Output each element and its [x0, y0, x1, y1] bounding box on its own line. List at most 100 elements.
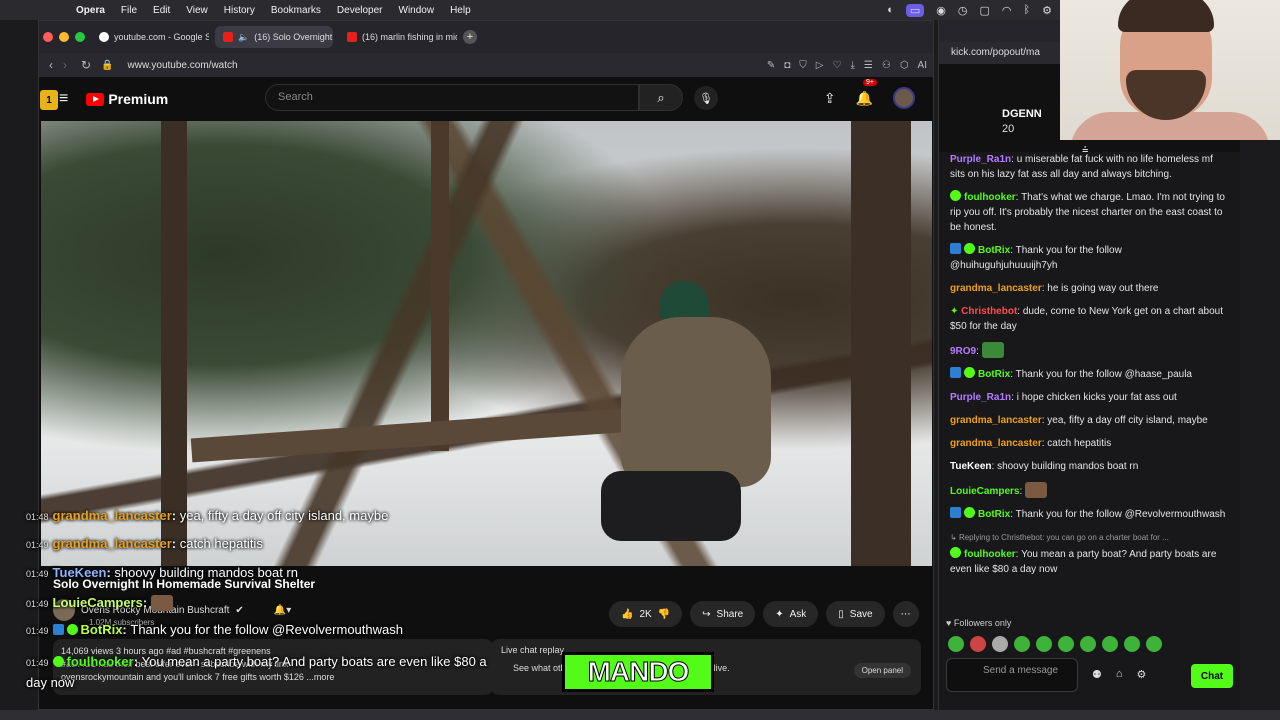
- back-icon[interactable]: ‹: [49, 58, 53, 72]
- streamer-name: DGENN: [1002, 108, 1042, 120]
- menu-developer[interactable]: Developer: [337, 5, 383, 16]
- chat-user[interactable]: Purple_Ra1n: [950, 154, 1011, 165]
- kick-chat-list: Purple_Ra1n: u miserable fat fuck with n…: [950, 152, 1230, 585]
- bell-icon[interactable]: 🔔: [856, 90, 873, 107]
- thumbs-down-icon[interactable]: 👎: [658, 609, 670, 620]
- menu-app-name[interactable]: Opera: [76, 5, 105, 16]
- forward-icon[interactable]: ›: [63, 58, 67, 72]
- toolbar-icons: ✎ ◘ ⛉ ▷ ♡ ⤓ ☰ ⚇ ⬡ AI: [767, 60, 927, 71]
- tab-marlin[interactable]: (16) marlin fishing in mid: [339, 26, 457, 48]
- avatar[interactable]: [893, 87, 915, 109]
- chat-user[interactable]: foulhooker: [964, 192, 1016, 203]
- close-window-icon[interactable]: [43, 32, 53, 42]
- chat-user[interactable]: grandma_lancaster: [950, 415, 1042, 426]
- record-icon[interactable]: ◐: [887, 4, 894, 16]
- screen-share-icon[interactable]: ▭: [905, 3, 925, 17]
- search-icon[interactable]: ⌕: [639, 84, 683, 111]
- menu-file[interactable]: File: [121, 5, 137, 16]
- clock-icon[interactable]: ◷: [958, 4, 968, 17]
- verified-badge-icon: [66, 624, 78, 635]
- menu-window[interactable]: Window: [399, 5, 435, 16]
- emote-icon[interactable]: [1058, 636, 1074, 652]
- tree-trunk: [161, 121, 187, 566]
- bookmark-icon[interactable]: ☰: [864, 60, 873, 71]
- menu-edit[interactable]: Edit: [153, 5, 170, 16]
- more-actions-button[interactable]: ⋯: [892, 601, 919, 627]
- profile-icon[interactable]: ⚇: [882, 60, 891, 71]
- chat-send-button[interactable]: Chat: [1191, 664, 1233, 688]
- chat-user[interactable]: BotRix: [978, 509, 1010, 520]
- chat-user[interactable]: TueKeen: [950, 461, 992, 472]
- tree-trunk: [431, 121, 449, 451]
- emote-icon[interactable]: [948, 636, 964, 652]
- chat-user[interactable]: foulhooker: [964, 549, 1016, 560]
- url-field[interactable]: www.youtube.com/watch: [128, 60, 238, 71]
- mic-icon[interactable]: 🎙: [694, 86, 718, 110]
- verified-badge-icon: [964, 243, 975, 254]
- settings-icon[interactable]: ⚙: [1137, 668, 1147, 681]
- chat-user[interactable]: grandma_lancaster: [950, 438, 1042, 449]
- chat-user[interactable]: BotRix: [978, 369, 1010, 380]
- tab-google[interactable]: youtube.com - Google S: [91, 26, 209, 48]
- speaker-icon[interactable]: 🔈: [238, 32, 249, 43]
- save-button[interactable]: ▯ Save: [826, 601, 885, 627]
- streamer-count: 20: [1002, 123, 1015, 135]
- rank-badge: 1: [40, 90, 58, 110]
- reply-context[interactable]: ↳ Replying to Christhebot: you can go on…: [950, 530, 1230, 545]
- emote-icon[interactable]: [1080, 636, 1096, 652]
- menu-icon[interactable]: ≡: [59, 90, 68, 108]
- users-icon[interactable]: ⚉: [1092, 668, 1102, 681]
- search-input[interactable]: Search: [265, 84, 639, 111]
- ask-button[interactable]: ✦ Ask: [763, 601, 819, 627]
- play-icon[interactable]: ▷: [816, 60, 824, 71]
- emote-icon[interactable]: [1014, 636, 1030, 652]
- upload-icon[interactable]: ⇪: [824, 90, 836, 107]
- app-icon[interactable]: ◉: [936, 4, 946, 17]
- camera-icon[interactable]: ◘: [784, 60, 790, 71]
- chat-user[interactable]: 9RO9: [950, 346, 976, 357]
- followers-only-label: ♥ Followers only: [946, 618, 1011, 628]
- chat-user[interactable]: grandma_lancaster: [950, 283, 1042, 294]
- store-icon[interactable]: ⌂: [1116, 668, 1123, 681]
- display-icon[interactable]: ▢: [980, 4, 990, 17]
- emote-icon[interactable]: [970, 636, 986, 652]
- box-icon[interactable]: ⬡: [900, 60, 909, 71]
- video-player[interactable]: [41, 121, 932, 566]
- edit-icon[interactable]: ✎: [767, 60, 775, 71]
- heart-icon[interactable]: ♡: [832, 60, 841, 71]
- emote-icon[interactable]: [1102, 636, 1118, 652]
- message-input[interactable]: Send a message: [946, 658, 1078, 692]
- chat-user[interactable]: Christhebot: [961, 306, 1017, 317]
- emote-icon[interactable]: [1036, 636, 1052, 652]
- reload-icon[interactable]: ↻: [81, 58, 91, 72]
- emote-icon[interactable]: [1124, 636, 1140, 652]
- bell-subscribe-icon[interactable]: 🔔▾: [274, 605, 291, 616]
- open-panel-button[interactable]: Open panel: [853, 663, 911, 678]
- zoom-window-icon[interactable]: [75, 32, 85, 42]
- bluetooth-icon[interactable]: ᛒ: [1024, 4, 1031, 16]
- chat-message: LouieCampers:: [950, 482, 1230, 499]
- minimize-window-icon[interactable]: [59, 32, 69, 42]
- pants: [601, 471, 741, 541]
- chat-user[interactable]: BotRix: [978, 245, 1010, 256]
- ai-button[interactable]: AI: [918, 60, 927, 71]
- menu-view[interactable]: View: [186, 5, 208, 16]
- new-tab-button[interactable]: +: [463, 30, 477, 44]
- header-actions: ⇪ 🔔: [824, 87, 915, 109]
- wifi-icon[interactable]: ◠: [1002, 4, 1012, 17]
- download-icon[interactable]: ⤓: [850, 60, 854, 71]
- chat-user[interactable]: Purple_Ra1n: [950, 392, 1011, 403]
- menu-history[interactable]: History: [224, 5, 255, 16]
- person-figure: [601, 281, 781, 551]
- tab-solo-overnight[interactable]: 🔈 (16) Solo Overnight: [215, 26, 333, 48]
- menu-bookmarks[interactable]: Bookmarks: [271, 5, 321, 16]
- shield-icon[interactable]: ⛉: [799, 60, 807, 71]
- like-button[interactable]: 👍 2K 👎: [609, 601, 683, 627]
- share-button[interactable]: ↪ Share: [690, 601, 756, 627]
- emote-icon[interactable]: [992, 636, 1008, 652]
- control-icon[interactable]: ⚙: [1042, 4, 1052, 17]
- youtube-logo[interactable]: Premium: [86, 91, 168, 107]
- menu-help[interactable]: Help: [450, 5, 471, 16]
- emote-icon[interactable]: [1146, 636, 1162, 652]
- chat-user[interactable]: LouieCampers: [950, 486, 1019, 497]
